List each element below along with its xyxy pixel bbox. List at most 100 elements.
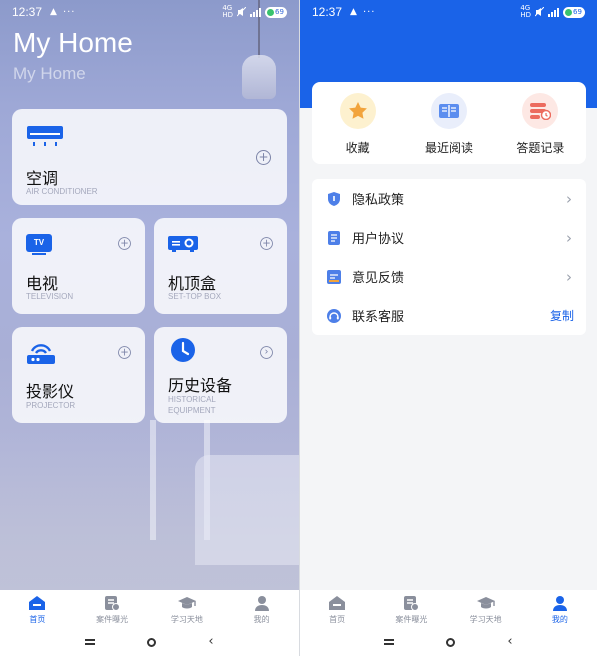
list-item-label: 隐私政策	[352, 193, 405, 208]
user-icon	[552, 596, 567, 611]
home-screen: 12:37 ▲ ··· 4G HD 69 My Home My Home + 空…	[0, 0, 299, 656]
nav-item-study[interactable]: 学习天地	[449, 590, 523, 628]
quick-action-label: 收藏	[345, 141, 370, 155]
menu-icon[interactable]	[85, 639, 96, 645]
device-name: 历史设备	[168, 376, 233, 395]
chevron-right-icon: ›	[566, 267, 572, 286]
device-name-en: SET-TOP BOX	[168, 292, 222, 301]
headset-icon	[327, 308, 341, 323]
nav-label: 案件曝光	[96, 615, 129, 624]
quiz-record-icon	[530, 103, 552, 120]
add-device-icon[interactable]: +	[256, 150, 271, 165]
add-device-icon[interactable]: +	[260, 237, 273, 250]
nav-label: 学习天地	[170, 615, 203, 624]
records-icon-bg	[522, 93, 559, 129]
bed-image	[195, 455, 299, 565]
list-item-contact-support[interactable]: 联系客服 复制	[312, 296, 586, 335]
tv-icon: TV	[26, 234, 52, 252]
system-navigation-bar: ‹	[0, 628, 299, 656]
device-card-history[interactable]: › 历史设备 HISTORICAL EQUIPMENT	[154, 327, 287, 423]
list-item-feedback[interactable]: 意见反馈 ›	[312, 257, 586, 296]
nav-item-mine[interactable]: 我的	[224, 590, 299, 628]
chevron-right-icon: ›	[566, 189, 572, 208]
clock-icon	[171, 338, 195, 362]
menu-icon[interactable]	[384, 639, 395, 645]
mute-icon	[237, 7, 246, 17]
tv-stand	[32, 253, 46, 255]
list-item-label: 用户协议	[352, 232, 405, 247]
bottom-nav: 首页 案件曝光 学习天地 我的	[0, 590, 299, 628]
pendant-lamp-image	[242, 55, 276, 99]
device-card-set-top-box[interactable]: + 机顶盒 SET-TOP BOX	[154, 218, 287, 314]
list-item-label: 意见反馈	[352, 271, 405, 286]
nav-item-mine[interactable]: 我的	[523, 590, 597, 628]
page-title: My Home	[13, 27, 133, 58]
device-name: 投影仪	[26, 382, 75, 401]
device-name-en: PROJECTOR	[26, 401, 76, 410]
battery-level: 69	[573, 8, 582, 16]
warning-icon: ▲	[50, 7, 57, 17]
table-leg	[150, 420, 156, 540]
home-button-icon[interactable]	[446, 637, 456, 647]
device-card-air-conditioner[interactable]: + 空调 AIR CONDITIONER	[12, 109, 287, 205]
case-exposure-icon	[404, 596, 420, 611]
air-conditioner-icon	[27, 126, 63, 146]
user-icon	[254, 596, 269, 611]
nav-item-case-exposure[interactable]: 案件曝光	[374, 590, 448, 628]
nav-label: 首页	[29, 615, 46, 624]
device-name-en: AIR CONDITIONER	[26, 187, 98, 196]
back-icon[interactable]: ‹	[507, 635, 512, 648]
page-subtitle: My Home	[13, 64, 86, 83]
nav-item-home[interactable]: 首页	[300, 590, 374, 628]
document-icon	[328, 230, 340, 245]
more-notifications-icon: ···	[62, 6, 76, 18]
home-icon	[329, 596, 346, 610]
nav-item-home[interactable]: 首页	[0, 590, 75, 628]
device-name-en: EQUIPMENT	[168, 406, 216, 415]
device-card-projector[interactable]: + 投影仪 PROJECTOR	[12, 327, 145, 423]
projector-icon	[27, 344, 55, 364]
nav-item-case-exposure[interactable]: 案件曝光	[75, 590, 150, 628]
quick-action-label: 答题记录	[516, 141, 565, 155]
warning-icon: ▲	[350, 7, 357, 17]
book-icon	[438, 104, 459, 118]
signal-icon	[548, 7, 559, 17]
battery-icon: 69	[563, 6, 585, 18]
quick-action-recent-reading[interactable]: 最近阅读	[403, 82, 494, 164]
list-item-user-agreement[interactable]: 用户协议 ›	[312, 218, 586, 257]
recent-icon-bg	[430, 93, 467, 129]
device-name-en: HISTORICAL	[168, 395, 216, 404]
graduation-cap-icon	[476, 597, 495, 609]
more-notifications-icon: ···	[362, 6, 376, 18]
quick-action-favorites[interactable]: 收藏	[312, 82, 403, 164]
favorites-icon-bg	[339, 93, 376, 129]
nav-label: 案件曝光	[395, 615, 428, 624]
set-top-box-icon	[168, 236, 198, 252]
nav-item-study[interactable]: 学习天地	[150, 590, 225, 628]
mute-icon	[535, 7, 544, 17]
case-exposure-icon	[105, 596, 121, 611]
home-icon	[29, 596, 46, 610]
copy-button[interactable]: 复制	[550, 307, 574, 324]
status-bar: 12:37 ▲ ··· 4G HD 69	[0, 0, 299, 24]
profile-screen: 12:37 ▲ ··· 4G HD 69 收藏 最近阅读 答题记录 隐私政策 ›…	[300, 0, 597, 656]
device-name-en: TELEVISION	[26, 292, 74, 301]
quick-action-quiz-records[interactable]: 答题记录	[495, 82, 586, 164]
settings-list: 隐私政策 › 用户协议 › 意见反馈 › 联系客服 复制	[312, 179, 586, 335]
add-device-icon[interactable]: +	[118, 237, 131, 250]
home-button-icon[interactable]	[147, 637, 157, 647]
network-speed-icon: 4G HD	[222, 4, 233, 19]
signal-icon	[250, 7, 261, 17]
device-card-television[interactable]: TV + 电视 TELEVISION	[12, 218, 145, 314]
back-icon[interactable]: ‹	[208, 635, 213, 648]
screenshot-root: 12:37 ▲ ··· 4G HD 69 My Home My Home + 空…	[0, 0, 597, 656]
nav-label: 我的	[551, 615, 568, 624]
nav-label: 学习天地	[469, 615, 502, 624]
chevron-right-icon[interactable]: ›	[260, 346, 273, 359]
add-device-icon[interactable]: +	[118, 346, 131, 359]
feedback-icon	[327, 269, 341, 284]
battery-icon: 69	[265, 6, 287, 18]
nav-label: 首页	[329, 615, 346, 624]
list-item-privacy-policy[interactable]: 隐私政策 ›	[312, 179, 586, 218]
battery-level: 69	[275, 8, 284, 16]
